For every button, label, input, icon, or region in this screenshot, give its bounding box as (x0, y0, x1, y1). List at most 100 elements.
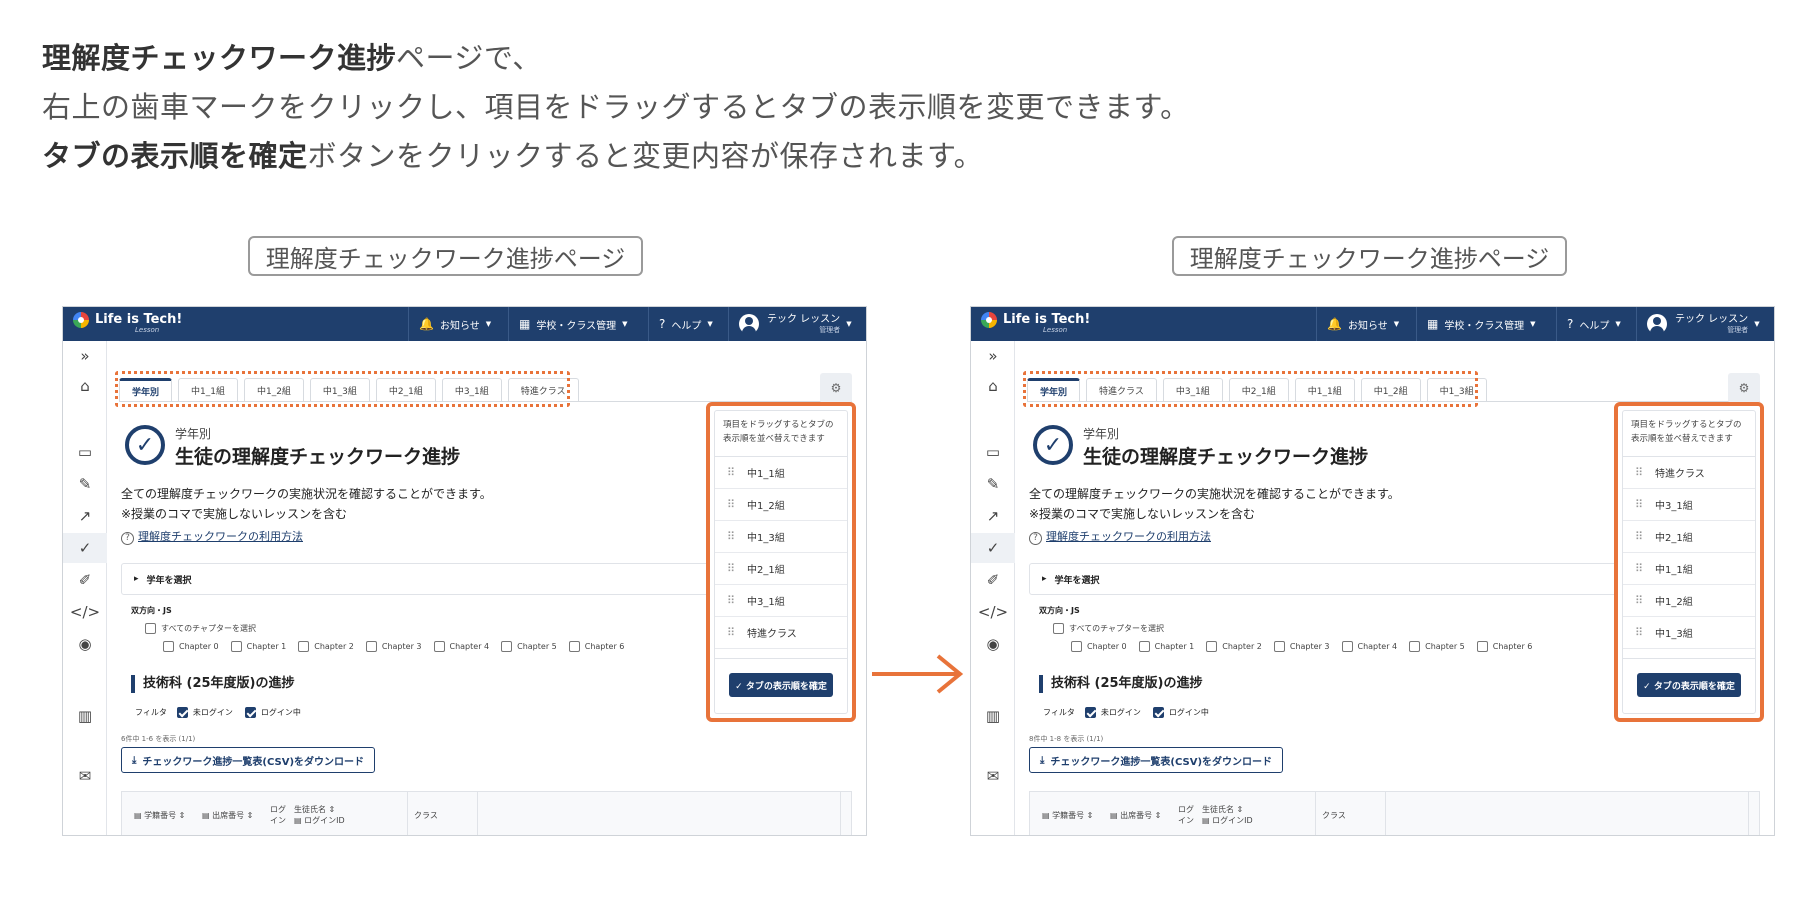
check-circle-icon[interactable]: ✓ (63, 533, 107, 563)
drag-handle-icon[interactable]: ⠿ (727, 467, 735, 478)
tab-order-item[interactable]: ⠿ 中3_1組 (1623, 489, 1755, 521)
code-icon[interactable]: </> (971, 597, 1015, 627)
chapter-option[interactable]: Chapter 5 (501, 641, 557, 652)
mail-icon[interactable]: ✉ (63, 761, 107, 791)
palette-icon[interactable]: ◉ (971, 629, 1015, 659)
chart-icon[interactable]: ▥ (971, 701, 1015, 731)
palette-icon[interactable]: ◉ (63, 629, 107, 659)
th-name[interactable]: 生徒氏名 ⇕ ▤ ログインID (1202, 804, 1253, 826)
gear-icon[interactable]: ⚙ (820, 373, 852, 403)
chapter-option[interactable]: Chapter 2 (298, 641, 354, 652)
all-chapters-option[interactable]: すべてのチャプターを選択 (1053, 623, 1164, 634)
th-student-no[interactable]: ▤ 学籍番号 ⇕ (1042, 810, 1093, 821)
not-logged-checkbox[interactable] (1084, 707, 1096, 718)
drag-handle-icon[interactable]: ⠿ (727, 531, 735, 542)
th-student-no[interactable]: ▤ 学籍番号 ⇕ (134, 810, 185, 821)
expand-icon[interactable]: » (971, 341, 1015, 371)
chart-icon[interactable]: ▥ (63, 701, 107, 731)
chapter-checkbox[interactable] (501, 641, 513, 652)
chapter-option[interactable]: Chapter 3 (365, 641, 422, 652)
all-chapters-checkbox[interactable] (145, 623, 156, 634)
not-logged-checkbox[interactable] (176, 707, 188, 718)
chapter-checkbox[interactable] (163, 641, 174, 652)
drag-handle-icon[interactable]: ⠿ (1635, 595, 1643, 606)
chapter-option[interactable]: Chapter 1 (1138, 641, 1194, 652)
chapter-checkbox[interactable] (1071, 641, 1082, 652)
notice-menu[interactable]: 🔔 お知らせ ▼ (408, 307, 508, 341)
home-icon[interactable]: ⌂ (63, 371, 107, 401)
tab-order-item[interactable]: ⠿ 中1_2組 (715, 489, 847, 521)
document-icon[interactable]: ✎ (63, 469, 107, 499)
chapter-checkbox[interactable] (1409, 641, 1421, 652)
tab-order-item[interactable]: ⠿ 特進クラス (1623, 457, 1755, 489)
help-menu[interactable]: ? ヘルプ ▼ (1556, 307, 1636, 341)
chapter-checkbox[interactable] (1476, 641, 1488, 652)
monitor-icon[interactable]: ▭ (63, 437, 107, 467)
user-menu[interactable]: テック レッスン 管理者 ▼ (728, 307, 866, 341)
code-icon[interactable]: </> (63, 597, 107, 627)
chapter-checkbox[interactable] (1341, 641, 1353, 652)
pencil-icon[interactable]: ✐ (63, 565, 107, 595)
all-chapters-checkbox[interactable] (1053, 623, 1064, 634)
chapter-option[interactable]: Chapter 4 (433, 641, 489, 652)
drag-handle-icon[interactable]: ⠿ (1635, 627, 1643, 638)
tab-order-item[interactable]: ⠿ 特進クラス (715, 617, 847, 649)
tab-order-item[interactable]: ⠿ 中1_3組 (715, 521, 847, 553)
chapter-option[interactable]: Chapter 0 (163, 641, 219, 652)
chapter-option[interactable]: Chapter 4 (1341, 641, 1397, 652)
home-icon[interactable]: ⌂ (971, 371, 1015, 401)
tab-order-item[interactable]: ⠿ 中1_3組 (1623, 617, 1755, 649)
school-menu[interactable]: ▦ 学校・クラス管理 ▼ (1416, 307, 1556, 341)
notice-menu[interactable]: 🔔 お知らせ ▼ (1316, 307, 1416, 341)
confirm-tab-order-button[interactable]: ✓ タブの表示順を確定 (729, 673, 833, 697)
chapter-checkbox[interactable] (1138, 641, 1150, 652)
tab-order-item[interactable]: ⠿ 中2_1組 (715, 553, 847, 585)
tab-order-item[interactable]: ⠿ 中1_1組 (715, 457, 847, 489)
grade-select[interactable]: ▸ 学年を選択 (1029, 563, 1629, 595)
mail-icon[interactable]: ✉ (971, 761, 1015, 791)
drag-handle-icon[interactable]: ⠿ (727, 563, 735, 574)
logged-in-checkbox[interactable] (1152, 707, 1164, 718)
gear-icon[interactable]: ⚙ (1728, 373, 1760, 403)
trend-icon[interactable]: ↗ (971, 501, 1015, 531)
school-menu[interactable]: ▦ 学校・クラス管理 ▼ (508, 307, 648, 341)
logo[interactable]: Life is Tech! (73, 312, 182, 328)
th-seat-no[interactable]: ▤ 出席番号 ⇕ (202, 810, 253, 821)
chapter-option[interactable]: Chapter 6 (568, 641, 624, 652)
th-seat-no[interactable]: ▤ 出席番号 ⇕ (1110, 810, 1161, 821)
howto-link[interactable]: ? 理解度チェックワークの利用方法 (1029, 528, 1211, 545)
chapter-option[interactable]: Chapter 6 (1476, 641, 1532, 652)
howto-link[interactable]: ? 理解度チェックワークの利用方法 (121, 528, 303, 545)
chapter-checkbox[interactable] (365, 641, 377, 652)
tab-order-item[interactable]: ⠿ 中1_2組 (1623, 585, 1755, 617)
chapter-checkbox[interactable] (230, 641, 242, 652)
chapter-option[interactable]: Chapter 2 (1206, 641, 1262, 652)
chapter-option[interactable]: Chapter 1 (230, 641, 286, 652)
help-menu[interactable]: ? ヘルプ ▼ (648, 307, 728, 341)
expand-icon[interactable]: » (63, 341, 107, 371)
confirm-tab-order-button[interactable]: ✓ タブの表示順を確定 (1637, 673, 1741, 697)
chapter-option[interactable]: Chapter 0 (1071, 641, 1127, 652)
logged-in-checkbox[interactable] (244, 707, 256, 718)
th-name[interactable]: 生徒氏名 ⇕ ▤ ログインID (294, 804, 345, 826)
tab-order-item[interactable]: ⠿ 中2_1組 (1623, 521, 1755, 553)
drag-handle-icon[interactable]: ⠿ (1635, 467, 1643, 478)
document-icon[interactable]: ✎ (971, 469, 1015, 499)
chapter-checkbox[interactable] (1273, 641, 1285, 652)
logo[interactable]: Life is Tech! (981, 312, 1090, 328)
drag-handle-icon[interactable]: ⠿ (727, 499, 735, 510)
chapter-checkbox[interactable] (298, 641, 310, 652)
chapter-option[interactable]: Chapter 5 (1409, 641, 1465, 652)
chapter-option[interactable]: Chapter 3 (1273, 641, 1330, 652)
trend-icon[interactable]: ↗ (63, 501, 107, 531)
download-csv-button[interactable]: ⤓ チェックワーク進捗一覧表(CSV)をダウンロード (121, 747, 376, 773)
download-csv-button[interactable]: ⤓ チェックワーク進捗一覧表(CSV)をダウンロード (1029, 747, 1284, 773)
all-chapters-option[interactable]: すべてのチャプターを選択 (145, 623, 256, 634)
grade-select[interactable]: ▸ 学年を選択 (121, 563, 721, 595)
tab-order-item[interactable]: ⠿ 中3_1組 (715, 585, 847, 617)
drag-handle-icon[interactable]: ⠿ (727, 595, 735, 606)
drag-handle-icon[interactable]: ⠿ (1635, 499, 1643, 510)
monitor-icon[interactable]: ▭ (971, 437, 1015, 467)
chapter-checkbox[interactable] (1206, 641, 1218, 652)
tab-order-item[interactable]: ⠿ 中1_1組 (1623, 553, 1755, 585)
